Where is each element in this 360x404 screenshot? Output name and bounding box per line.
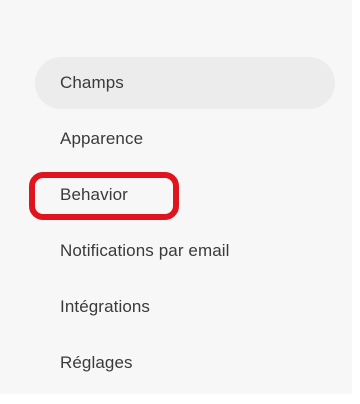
nav-item-notifications[interactable]: Notifications par email <box>35 225 335 277</box>
settings-nav: Champs Apparence Behavior Notifications … <box>29 57 335 393</box>
nav-item-behavior[interactable]: Behavior <box>29 169 335 221</box>
nav-item-label: Notifications par email <box>60 241 230 260</box>
nav-item-champs[interactable]: Champs <box>35 57 335 109</box>
nav-item-label: Behavior <box>60 185 128 204</box>
nav-item-reglages[interactable]: Réglages <box>35 337 335 389</box>
nav-item-label: Apparence <box>60 129 144 148</box>
settings-panel: Champs Apparence Behavior Notifications … <box>0 0 352 394</box>
nav-item-label: Champs <box>60 73 124 92</box>
nav-item-label: Réglages <box>60 353 133 372</box>
nav-item-apparence[interactable]: Apparence <box>35 113 335 165</box>
nav-item-label: Intégrations <box>60 297 151 316</box>
nav-item-integrations[interactable]: Intégrations <box>35 281 335 333</box>
